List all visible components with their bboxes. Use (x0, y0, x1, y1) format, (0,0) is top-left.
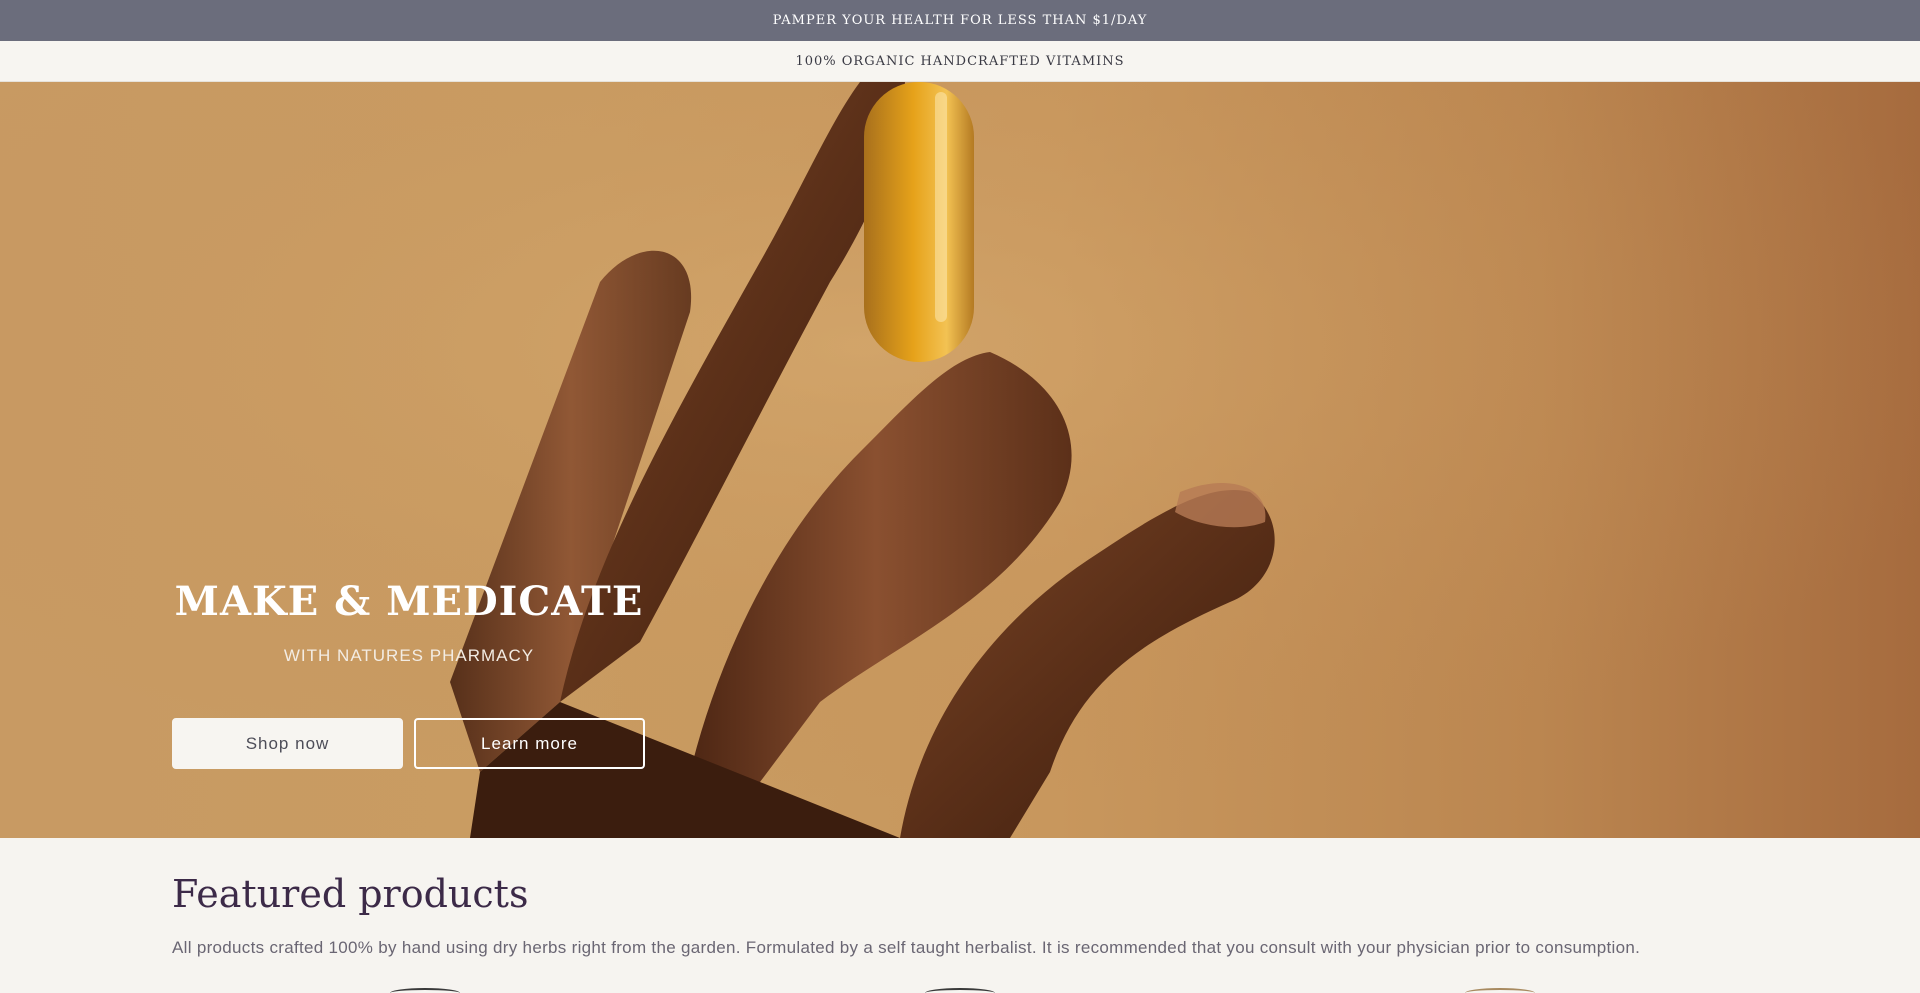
hero-subtitle: WITH NATURES PHARMACY (283, 646, 535, 665)
featured-title: Featured products (172, 872, 529, 916)
sub-announcement-bar: 100% ORGANIC HANDCRAFTED VITAMINS (0, 41, 1920, 82)
featured-products-section: Featured products All products crafted 1… (172, 872, 1772, 958)
hero-title: MAKE & MEDICATE (174, 578, 644, 625)
product-card-top[interactable] (925, 988, 995, 993)
hero-content (172, 82, 646, 582)
hero-text-group: MAKE & MEDICATE WITH NATURES PHARMACY (172, 580, 646, 666)
learn-more-button[interactable]: Learn more (414, 718, 645, 769)
shop-now-button[interactable]: Shop now (172, 718, 403, 769)
announcement-bar: PAMPER YOUR HEALTH FOR LESS THAN $1/DAY (0, 0, 1920, 41)
featured-description: All products crafted 100% by hand using … (172, 938, 1641, 957)
product-card-top[interactable] (390, 988, 460, 993)
hero-button-group: Shop now Learn more (172, 718, 645, 769)
announcement-text: PAMPER YOUR HEALTH FOR LESS THAN $1/DAY (772, 13, 1148, 28)
sub-announcement-text: 100% ORGANIC HANDCRAFTED VITAMINS (795, 53, 1125, 69)
product-card-top[interactable] (1465, 988, 1535, 993)
